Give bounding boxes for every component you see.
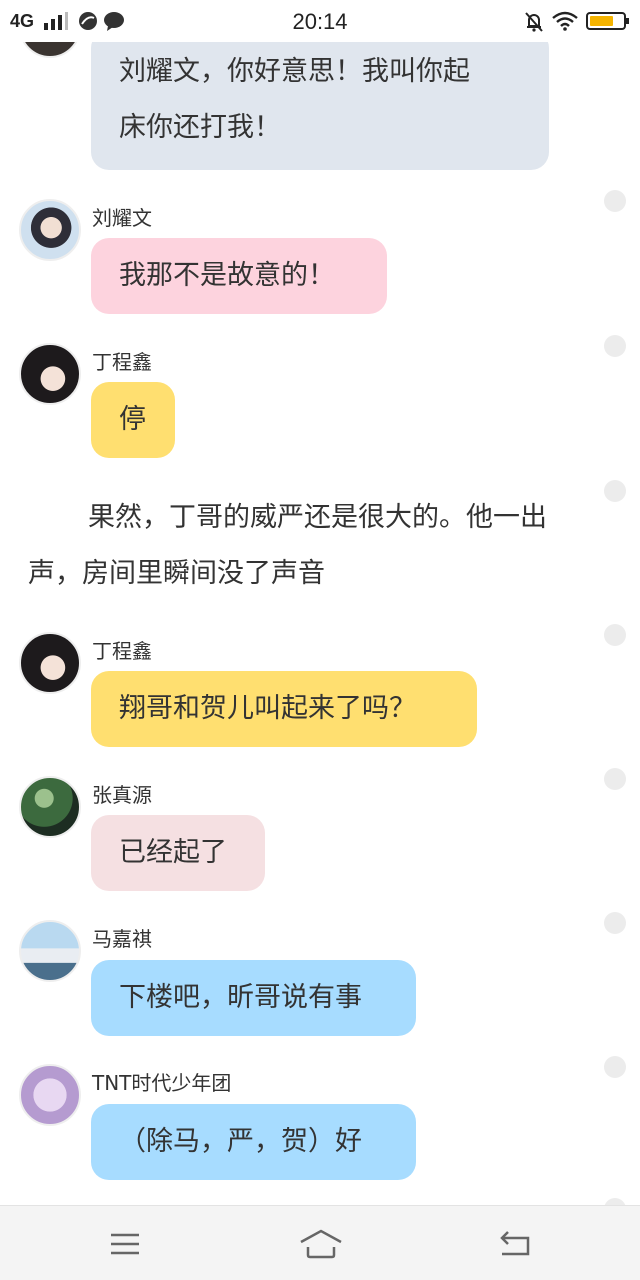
battery-icon <box>586 12 629 30</box>
message-text-line: 床你还打我！ <box>119 112 281 143</box>
message-status-dot <box>604 1056 626 1078</box>
message-text: 停 <box>119 404 146 435</box>
message-bubble[interactable]: （除马，严，贺）好 <box>91 1104 416 1180</box>
message-text: （除马，严，贺）好 <box>119 1126 362 1157</box>
avatar-dingchengxin[interactable] <box>19 632 81 694</box>
message-text: 已经起了 <box>119 837 227 868</box>
message-status-dot <box>604 1198 626 1205</box>
message-bubble[interactable]: 刘耀文，你好意思！我叫你起 床你还打我！ <box>91 30 549 170</box>
home-icon[interactable] <box>298 1228 344 1260</box>
wifi-icon <box>552 11 578 31</box>
sender-name: 刘耀文 <box>92 206 152 230</box>
message-text: 我那不是故意的！ <box>119 260 335 291</box>
message-status-dot <box>604 624 626 646</box>
avatar-dingchengxin[interactable] <box>19 343 81 405</box>
message-bubble[interactable]: 停 <box>91 382 175 458</box>
sender-name: 马嘉祺 <box>92 927 152 951</box>
message-text: 翔哥和贺儿叫起来了吗？ <box>119 693 416 724</box>
message-status-dot <box>604 335 626 357</box>
avatar-zhangzhenyuan[interactable] <box>19 776 81 838</box>
avatar-majiaqi[interactable] <box>19 920 81 982</box>
message-bubble[interactable]: 翔哥和贺儿叫起来了吗？ <box>91 671 477 747</box>
sender-name: 丁程鑫 <box>92 639 152 663</box>
menu-icon[interactable] <box>105 1228 145 1260</box>
sender-name: 丁程鑫 <box>92 350 152 374</box>
avatar-liuyaowen[interactable] <box>19 199 81 261</box>
message-text-line: 刘耀文，你好意思！我叫你起 <box>119 56 470 87</box>
message-bubble[interactable]: 我那不是故意的！ <box>91 238 387 314</box>
narration-text: 果然，丁哥的威严还是很大的。他一出声，房间里瞬间没了声音 <box>28 502 547 589</box>
message-status-dot <box>604 480 626 502</box>
back-icon[interactable] <box>496 1228 536 1260</box>
chat-area[interactable]: 刘耀文，你好意思！我叫你起 床你还打我！ 刘耀文 我那不是故意的！ 丁程鑫 停 … <box>0 0 640 1205</box>
message-bubble[interactable]: 已经起了 <box>91 815 265 891</box>
message-status-dot <box>604 190 626 212</box>
mute-bell-icon <box>525 12 543 32</box>
sender-name: 张真源 <box>92 783 152 807</box>
avatar-tnt-group[interactable] <box>19 1064 81 1126</box>
message-status-dot <box>604 768 626 790</box>
message-text: 下楼吧，昕哥说有事 <box>119 982 362 1013</box>
sender-name: TNT时代少年团 <box>92 1071 232 1095</box>
message-bubble[interactable]: 下楼吧，昕哥说有事 <box>91 960 416 1036</box>
message-status-dot <box>604 912 626 934</box>
navigation-bar <box>0 1205 640 1280</box>
status-bar: 4G 20:14 <box>0 0 640 42</box>
